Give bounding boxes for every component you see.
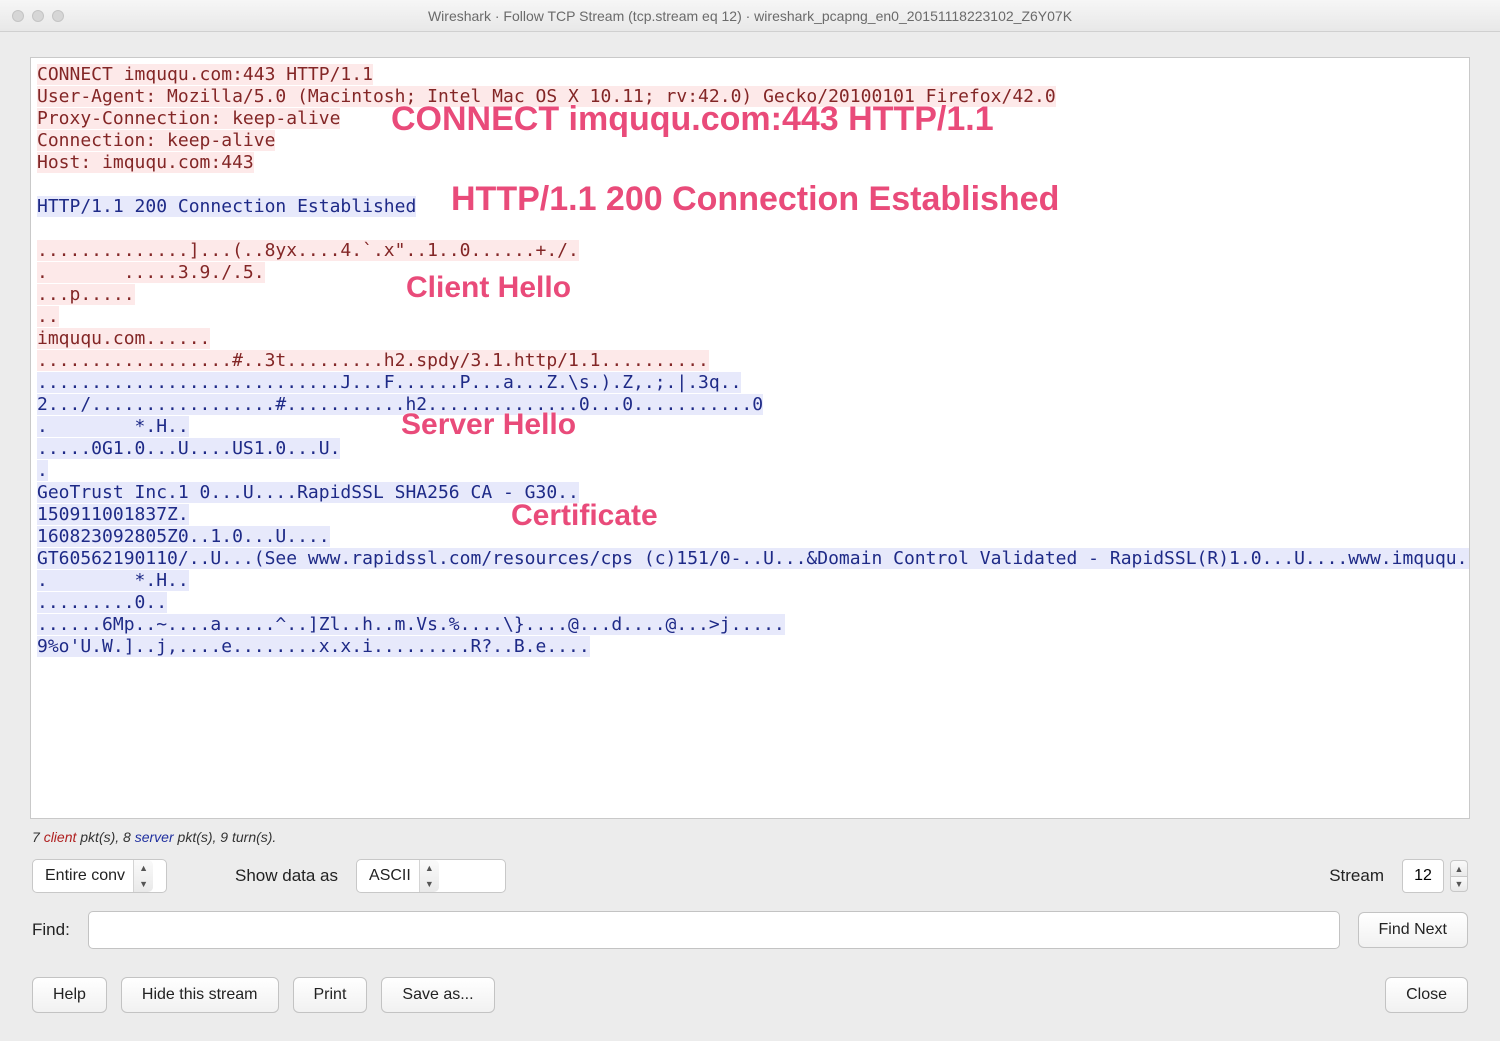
stream-line: Host: imququ.com:443 bbox=[37, 152, 254, 173]
display-options-row: Entire conv ▲▼ Show data as ASCII ▲▼ Str… bbox=[30, 857, 1470, 909]
stream-line: HTTP/1.1 200 Connection Established bbox=[37, 196, 416, 217]
encoding-select[interactable]: ASCII ▲▼ bbox=[356, 859, 506, 893]
conversation-select-value: Entire conv bbox=[45, 867, 125, 885]
help-button[interactable]: Help bbox=[32, 977, 107, 1013]
stream-line: ...p..... bbox=[37, 284, 135, 305]
stream-line: .. bbox=[37, 306, 59, 327]
stream-number-input[interactable] bbox=[1402, 859, 1444, 893]
stream-number-label: Stream bbox=[1329, 866, 1384, 886]
show-data-as-label: Show data as bbox=[235, 866, 338, 886]
status-server-word: server bbox=[135, 829, 174, 845]
status-mid1: pkt(s), 8 bbox=[76, 829, 134, 845]
stream-line: 150911001837Z. bbox=[37, 504, 189, 525]
dialog-button-bar: Help Hide this stream Print Save as... C… bbox=[30, 977, 1470, 1041]
stream-number-down-icon[interactable]: ▼ bbox=[1450, 876, 1468, 892]
hide-stream-button[interactable]: Hide this stream bbox=[121, 977, 279, 1013]
stream-line: . *.H.. bbox=[37, 416, 189, 437]
save-as-button[interactable]: Save as... bbox=[381, 977, 494, 1013]
stream-line: 160823092805Z0..1.0...U.... bbox=[37, 526, 330, 547]
stream-line: GeoTrust Inc.1 0...U....RapidSSL SHA256 … bbox=[37, 482, 579, 503]
stream-line: CONNECT imququ.com:443 HTTP/1.1 bbox=[37, 64, 373, 85]
window-traffic-lights bbox=[0, 10, 64, 22]
window-close-icon[interactable] bbox=[12, 10, 24, 22]
conversation-select[interactable]: Entire conv ▲▼ bbox=[32, 859, 167, 893]
window-minimize-icon[interactable] bbox=[32, 10, 44, 22]
encoding-select-value: ASCII bbox=[369, 867, 411, 885]
stream-line: imququ.com...... bbox=[37, 328, 210, 349]
stream-line: .....0G1.0...U....US1.0...U. bbox=[37, 438, 340, 459]
status-client-word: client bbox=[44, 829, 77, 845]
stream-line: 9%o'U.W.]..j,....e........x.x.i.........… bbox=[37, 636, 590, 657]
find-next-button[interactable]: Find Next bbox=[1358, 912, 1468, 948]
window-zoom-icon[interactable] bbox=[52, 10, 64, 22]
window-titlebar: Wireshark · Follow TCP Stream (tcp.strea… bbox=[0, 0, 1500, 32]
tcp-stream-content: CONNECT imququ.com:443 HTTP/1.1 User-Age… bbox=[31, 58, 1469, 818]
stream-line: ..................#..3t.........h2.spdy/… bbox=[37, 350, 709, 371]
stream-line: Connection: keep-alive bbox=[37, 130, 275, 151]
select-stepper-icon: ▲▼ bbox=[419, 860, 439, 892]
stream-number-spinbox[interactable]: ▲ ▼ bbox=[1402, 859, 1468, 893]
wireshark-follow-stream-window: Wireshark · Follow TCP Stream (tcp.strea… bbox=[0, 0, 1500, 1041]
status-post: pkt(s), 9 turn(s). bbox=[174, 829, 277, 845]
stream-line: . bbox=[37, 460, 48, 481]
find-input[interactable] bbox=[88, 911, 1340, 949]
stream-line: 2.../.................#...........h2....… bbox=[37, 394, 763, 415]
stream-line: GT60562190110/..U...(See www.rapidssl.co… bbox=[37, 548, 1469, 569]
print-button[interactable]: Print bbox=[293, 977, 368, 1013]
stream-line: .........0.. bbox=[37, 592, 167, 613]
stream-line: ..............]...(..8yx....4.`.x"..1..0… bbox=[37, 240, 579, 261]
find-label: Find: bbox=[32, 920, 70, 940]
select-stepper-icon: ▲▼ bbox=[133, 860, 153, 892]
stream-line: User-Agent: Mozilla/5.0 (Macintosh; Inte… bbox=[37, 86, 1056, 107]
close-button[interactable]: Close bbox=[1385, 977, 1468, 1013]
stream-line: ............................J...F......P… bbox=[37, 372, 741, 393]
find-row: Find: Find Next bbox=[30, 909, 1470, 977]
tcp-stream-text-view[interactable]: CONNECT imququ.com:443 HTTP/1.1 User-Age… bbox=[30, 57, 1470, 819]
stream-line: . .....3.9./.5. bbox=[37, 262, 265, 283]
window-title: Wireshark · Follow TCP Stream (tcp.strea… bbox=[0, 8, 1500, 24]
content-area: CONNECT imququ.com:443 HTTP/1.1 User-Age… bbox=[0, 32, 1500, 1041]
stream-number-up-icon[interactable]: ▲ bbox=[1450, 860, 1468, 876]
stream-line: Proxy-Connection: keep-alive bbox=[37, 108, 340, 129]
stream-line: . *.H.. bbox=[37, 570, 189, 591]
packet-count-status: 7 client pkt(s), 8 server pkt(s), 9 turn… bbox=[30, 819, 1470, 857]
stream-line: ......6Mp..~....a.....^..]Zl..h..m.Vs.%.… bbox=[37, 614, 785, 635]
status-pre: 7 bbox=[32, 829, 44, 845]
